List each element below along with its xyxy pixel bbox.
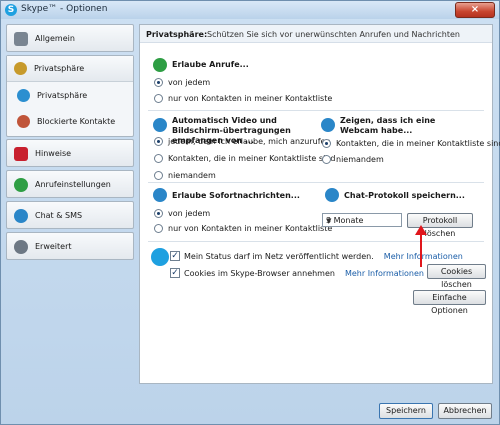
section-header: Privatsphäre: Schützen Sie sich vor uner… — [140, 25, 492, 43]
advanced-icon — [14, 240, 28, 254]
flag-icon — [14, 147, 28, 161]
radio-unselected[interactable] — [154, 94, 163, 103]
radio-label: Kontakten, die in meiner Kontaktliste si… — [336, 139, 500, 148]
section-description: Schützen Sie sich vor unerwünschten Anru… — [207, 30, 460, 39]
sidebar-item-anrufeinstellungen[interactable]: Anrufeinstellungen — [6, 170, 134, 198]
sidebar-item-chat-sms[interactable]: Chat & SMS — [6, 201, 134, 229]
blocked-contacts-icon — [17, 115, 30, 128]
cancel-button[interactable]: Abbrechen — [438, 403, 492, 419]
sidebar-item-label: Allgemein — [35, 34, 75, 43]
sidebar-item-label: Privatsphäre — [37, 91, 88, 100]
webcam-group-title: Zeigen, dass ich eine Webcam habe... — [340, 116, 436, 135]
calls-option-everyone[interactable]: von jedem — [154, 78, 210, 87]
radio-unselected[interactable] — [322, 155, 331, 164]
checkbox-checked[interactable]: ✓ — [170, 268, 180, 278]
divider — [148, 182, 484, 183]
sidebar-group-privacy: Privatsphäre Privatsphäre Blockierte Kon… — [6, 55, 134, 137]
skype-logo-icon: S — [5, 4, 17, 16]
im-group-title: Erlaube Sofortnachrichten... — [172, 191, 300, 200]
privacy-icon — [14, 62, 27, 75]
sidebar-item-label: Erweitert — [35, 242, 72, 251]
skype-status-icon — [151, 248, 169, 266]
chat-icon — [14, 209, 28, 223]
radio-selected[interactable] — [322, 139, 331, 148]
sidebar-item-privatsphaere[interactable]: Privatsphäre — [7, 56, 133, 82]
phone-icon — [14, 178, 28, 192]
radio-unselected[interactable] — [154, 224, 163, 233]
privacy-sub-icon — [17, 89, 30, 102]
webcam-option-contacts[interactable]: Kontakten, die in meiner Kontaktliste si… — [322, 139, 500, 148]
radio-label: von jedem — [168, 78, 211, 87]
phone-icon — [153, 58, 167, 72]
radio-label: nur von Kontakten in meiner Kontaktliste — [168, 94, 333, 103]
webcam-option-nobody[interactable]: niemandem — [322, 155, 384, 164]
sidebar-item-label: Hinweise — [35, 149, 72, 158]
radio-label: von jedem — [168, 209, 211, 218]
calls-option-contacts[interactable]: nur von Kontakten in meiner Kontaktliste — [154, 94, 332, 103]
window-title: Skype™ - Optionen — [21, 4, 108, 14]
chat-history-icon — [325, 188, 339, 202]
checkbox-label: Mein Status darf im Netz veröffentlicht … — [184, 251, 374, 261]
chatlog-group-title: Chat-Protokoll speichern... — [344, 191, 465, 200]
webcam-icon — [321, 118, 335, 132]
sidebar-item-label: Blockierte Kontakte — [37, 117, 116, 126]
radio-unselected[interactable] — [154, 154, 163, 163]
sidebar-item-label: Anrufeinstellungen — [35, 180, 111, 189]
checkbox-label: Cookies im Skype-Browser annehmen — [184, 268, 335, 278]
sidebar-item-allgemein[interactable]: Allgemein — [6, 24, 134, 52]
sidebar-item-label: Privatsphäre — [34, 64, 85, 73]
chatlog-period-select[interactable]: 3 Monate ▼ — [322, 213, 402, 227]
video-option-nobody[interactable]: niemandem — [154, 171, 216, 180]
video-option-contacts[interactable]: Kontakten, die in meiner Kontaktliste si… — [154, 154, 335, 163]
radio-selected[interactable] — [154, 137, 163, 146]
radio-label: Kontakten, die in meiner Kontaktliste si… — [168, 154, 336, 163]
radio-label: niemandem — [336, 155, 384, 164]
general-icon — [14, 32, 28, 46]
sidebar-item-label: Chat & SMS — [35, 211, 83, 220]
divider — [148, 241, 484, 242]
privacy-panel: Privatsphäre: Schützen Sie sich vor uner… — [139, 24, 500, 384]
sidebar-item-hinweise[interactable]: Hinweise — [6, 139, 134, 167]
chevron-down-icon: ▼ — [326, 217, 332, 225]
calls-group-title: Erlaube Anrufe... — [172, 60, 249, 69]
radio-selected[interactable] — [154, 209, 163, 218]
sidebar-subitem-blockierte-kontakte[interactable]: Blockierte Kontakte — [7, 110, 133, 134]
options-window: S Skype™ - Optionen × Allgemein Privatsp… — [0, 0, 500, 425]
simple-options-button[interactable]: Einfache Optionen — [413, 290, 486, 315]
title-bar[interactable]: S Skype™ - Optionen × — [1, 1, 499, 19]
sidebar-item-erweitert[interactable]: Erweitert — [6, 232, 134, 260]
sidebar-subitem-privatsphaere[interactable]: Privatsphäre — [7, 84, 133, 108]
more-info-link[interactable]: Mehr Informationen — [345, 269, 424, 278]
save-button[interactable]: Speichern — [379, 403, 433, 419]
clear-cookies-button[interactable]: Cookies löschen — [427, 264, 486, 289]
cookies-checkbox[interactable]: ✓ Cookies im Skype-Browser annehmen Mehr… — [170, 268, 424, 278]
chat-icon — [153, 188, 167, 202]
radio-unselected[interactable] — [154, 171, 163, 180]
checkbox-checked[interactable]: ✓ — [170, 251, 180, 261]
close-button[interactable]: × — [455, 2, 495, 18]
annotation-arrow-icon — [415, 225, 427, 267]
im-option-contacts[interactable]: nur von Kontakten in meiner Kontaktliste — [154, 224, 332, 233]
radio-label: jedem, dem ich erlaube, mich anzurufen — [168, 137, 331, 146]
radio-label: nur von Kontakten in meiner Kontaktliste — [168, 224, 333, 233]
radio-label: niemandem — [168, 171, 216, 180]
im-option-everyone[interactable]: von jedem — [154, 209, 210, 218]
divider — [148, 110, 484, 111]
radio-selected[interactable] — [154, 78, 163, 87]
video-option-callers[interactable]: jedem, dem ich erlaube, mich anzurufen — [154, 137, 331, 146]
section-title: Privatsphäre: — [146, 30, 208, 39]
video-icon — [153, 118, 167, 132]
